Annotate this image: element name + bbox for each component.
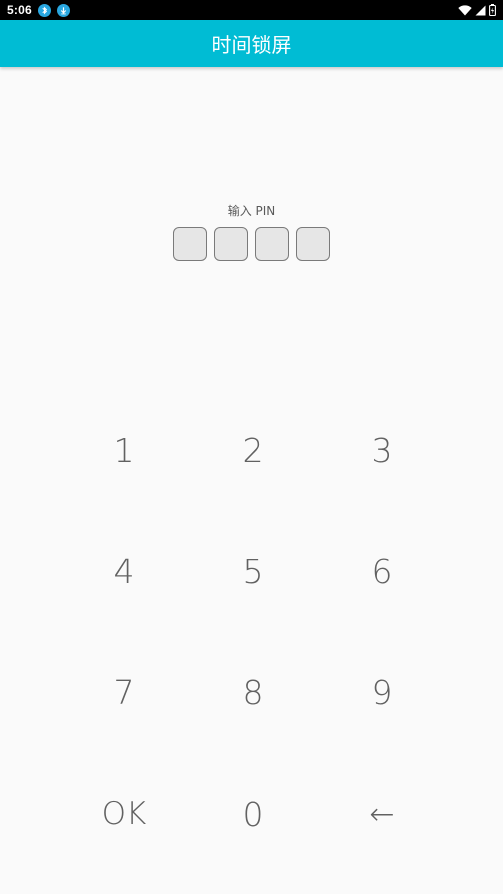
bluetooth-icon: [37, 3, 51, 17]
backspace-button[interactable]: ←: [322, 759, 442, 869]
download-icon: [56, 3, 70, 17]
signal-icon: [475, 1, 486, 20]
pin-digit-box: [214, 227, 248, 261]
status-time: 5:06: [7, 3, 32, 17]
status-icons: [458, 1, 496, 20]
pin-entry: [0, 227, 503, 261]
key-0[interactable]: 0: [193, 759, 313, 869]
key-5[interactable]: 5: [193, 516, 313, 626]
key-6[interactable]: 6: [322, 516, 442, 626]
status-bar: 5:06: [0, 0, 503, 20]
key-9[interactable]: 9: [322, 637, 442, 747]
battery-icon: [489, 1, 496, 20]
pin-digit-box: [296, 227, 330, 261]
app-title: 时间锁屏: [211, 33, 292, 57]
pin-digit-box: [255, 227, 289, 261]
key-4[interactable]: 4: [64, 516, 184, 626]
key-3[interactable]: 3: [322, 395, 442, 505]
key-2[interactable]: 2: [193, 395, 313, 505]
key-7[interactable]: 7: [64, 637, 184, 747]
key-8[interactable]: 8: [193, 637, 313, 747]
ok-button[interactable]: OK: [64, 759, 184, 869]
key-1[interactable]: 1: [64, 395, 184, 505]
pin-label: 输入 PIN: [227, 204, 276, 218]
pin-digit-box: [173, 227, 207, 261]
wifi-icon: [458, 1, 472, 20]
app-bar: 时间锁屏: [0, 20, 503, 67]
